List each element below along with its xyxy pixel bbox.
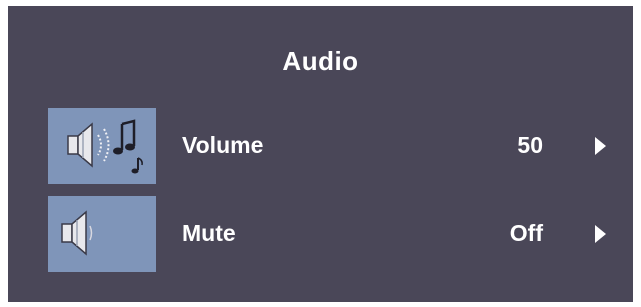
menu-item-mute[interactable]: Mute Off xyxy=(48,196,613,272)
volume-label: Volume xyxy=(182,132,264,158)
mute-label: Mute xyxy=(182,220,236,246)
mute-icon-box xyxy=(48,196,156,272)
speaker-icon xyxy=(61,210,93,256)
volume-arrow-right-icon[interactable] xyxy=(595,137,606,155)
volume-value: 50 xyxy=(517,132,543,158)
menu-title: Audio xyxy=(282,46,359,76)
speaker-with-music-icon xyxy=(67,119,143,174)
mute-arrow-right-icon[interactable] xyxy=(595,225,606,243)
mute-value: Off xyxy=(509,220,543,246)
osd-audio-menu: Audio Volume 50 Mute Off xyxy=(8,6,633,302)
volume-icon-box xyxy=(48,108,156,184)
menu-item-volume[interactable]: Volume 50 xyxy=(48,108,613,184)
